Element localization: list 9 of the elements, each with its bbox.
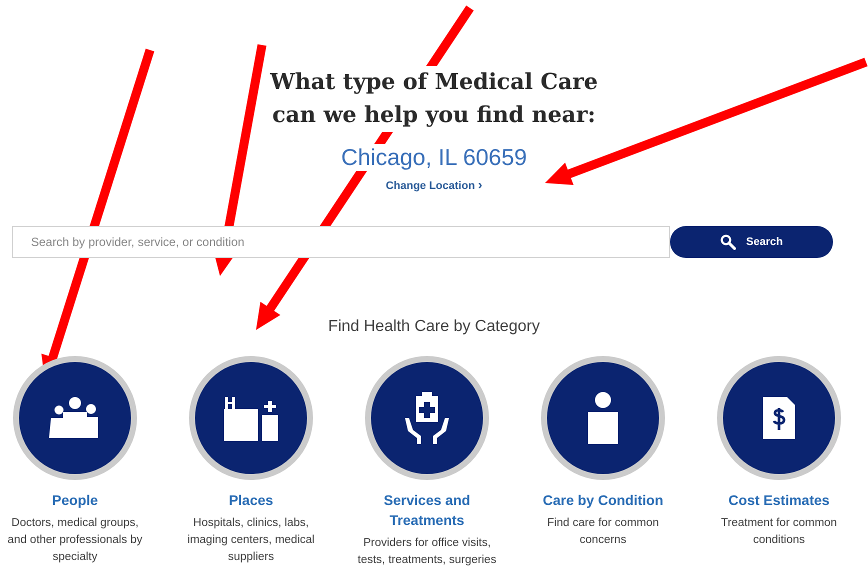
page-heading: What type of Medical Care can we help you find near: — [270, 66, 598, 132]
search-field[interactable]: Search by provider, service, or condition — [12, 226, 670, 258]
search-button[interactable]: Search — [670, 226, 833, 258]
location-text: Chicago, IL 60659 — [341, 144, 527, 171]
clipboard-hands-icon — [403, 392, 451, 444]
section-title: Find Health Care by Category — [328, 318, 540, 336]
bill-icon — [761, 395, 797, 441]
search-icon — [720, 234, 736, 250]
hospital-icon — [222, 395, 280, 441]
